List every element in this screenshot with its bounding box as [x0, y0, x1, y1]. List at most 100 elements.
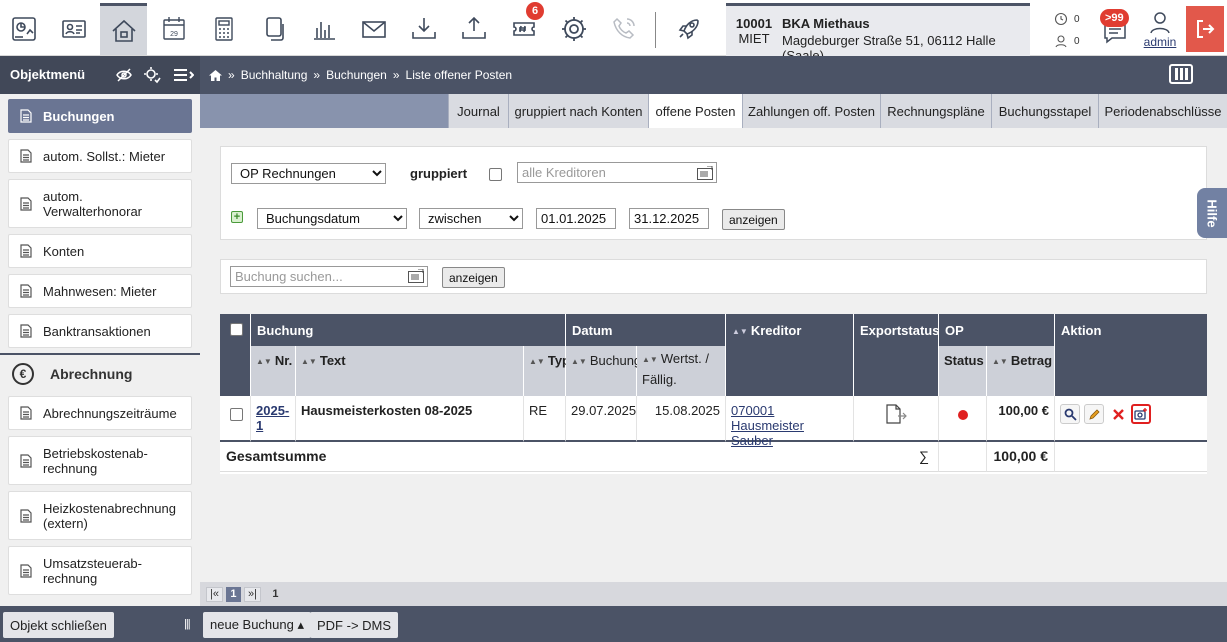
sidebar-item-bookings[interactable]: Buchungen [8, 99, 192, 133]
export-document-icon[interactable] [884, 403, 908, 425]
tab-payments-open-items[interactable]: Zahlungen off. Posten [742, 94, 880, 128]
current-object-box[interactable]: 10001 MIET BKA Miethaus Magdeburger Stra… [726, 3, 1030, 63]
pager-current-page[interactable]: 1 [225, 586, 241, 602]
add-filter-icon[interactable]: + [231, 211, 243, 223]
settings-check-icon[interactable] [143, 66, 161, 84]
pagination: |« 1 »| 1 [200, 582, 1227, 606]
row-checkbox[interactable] [230, 408, 243, 421]
sidebar-item-billing-periods[interactable]: Abrechnungszeiträume [8, 396, 192, 430]
settings-button[interactable] [550, 3, 597, 55]
tab-journal[interactable]: Journal [448, 94, 508, 128]
statistics-button[interactable] [300, 3, 347, 55]
creditor-input[interactable] [517, 162, 717, 183]
documents-button[interactable] [250, 3, 297, 55]
tickets-button[interactable]: 6 [500, 2, 547, 55]
dashboard-button[interactable] [0, 3, 47, 55]
list-picker-icon[interactable] [697, 166, 713, 180]
open-item-type-select[interactable]: OP Rechnungen [231, 163, 386, 184]
tab-booking-batches[interactable]: Buchungsstapel [991, 94, 1098, 128]
launch-button[interactable] [664, 3, 711, 55]
header-value-date[interactable]: ▲▼ Wertst. / Fällig. [637, 346, 726, 396]
sidebar-resize-handle[interactable]: ||| [184, 618, 191, 630]
property-button[interactable] [100, 3, 147, 55]
sidebar-item-heating-costs[interactable]: Heizkostenabrechnung (extern) [8, 491, 192, 540]
rocket-icon [678, 19, 699, 40]
pager-first-button[interactable]: |« [206, 586, 223, 602]
new-booking-button[interactable]: neue Buchung ▴ [203, 612, 311, 638]
date-field-select[interactable]: Buchungsdatum [257, 208, 407, 229]
calendar-button[interactable]: 29 [150, 3, 197, 55]
layout-toggle-icon[interactable] [1169, 64, 1193, 84]
header-nr[interactable]: ▲▼ Nr. [251, 346, 296, 396]
document-icon [20, 196, 32, 211]
breadcrumb-bookings[interactable]: Buchungen [326, 68, 387, 82]
menu-collapse-icon[interactable] [172, 66, 194, 84]
row-amount-cell: 100,00 € [987, 396, 1055, 442]
breadcrumb-accounting[interactable]: Buchhaltung [241, 68, 308, 82]
calculator-button[interactable] [200, 3, 247, 55]
sidebar-item-auto-debit-tenant[interactable]: autom. Sollst.: Mieter [8, 139, 192, 173]
filter-show-button[interactable]: anzeigen [722, 209, 785, 230]
user-menu[interactable]: admin [1138, 10, 1182, 54]
total-status-cell [939, 442, 987, 472]
date-from-input[interactable] [536, 208, 616, 229]
header-type[interactable]: ▲▼ Typ [524, 346, 570, 396]
header-creditor[interactable]: ▲▼ Kreditor [726, 314, 854, 396]
messages-button[interactable]: >99 [1097, 6, 1133, 50]
object-menu-title: Objektmenü [10, 67, 86, 82]
sidebar-item-auto-manager-fee[interactable]: autom. Verwalterhonorar [8, 179, 192, 228]
booking-number-link[interactable]: 2025-1 [256, 403, 289, 433]
date-operator-select[interactable]: zwischen [419, 208, 523, 229]
sidebar-item-operating-costs[interactable]: Betriebskostenab-rechnung [8, 436, 192, 485]
sidebar-section-billing[interactable]: € Abrechnung [0, 353, 200, 393]
sidebar-item-bank-transactions[interactable]: Banktransaktionen [8, 314, 192, 348]
delete-x-icon[interactable] [1108, 404, 1128, 424]
home-icon[interactable] [209, 69, 222, 82]
sort-icon: ▲▼ [992, 357, 1008, 366]
import-button[interactable] [400, 3, 447, 55]
document-icon [20, 149, 32, 163]
tab-grouped-by-accounts[interactable]: gruppiert nach Konten [508, 94, 648, 128]
tab-invoice-plans[interactable]: Rechnungspläne [880, 94, 991, 128]
grouped-checkbox[interactable] [489, 168, 502, 181]
pager-last-button[interactable]: »| [243, 586, 261, 602]
counter-open[interactable]: 0 [1054, 12, 1080, 26]
row-select-cell [220, 396, 251, 442]
sidebar-item-accounts[interactable]: Konten [8, 234, 192, 268]
booking-search-input[interactable] [230, 266, 428, 287]
sidebar-item-dunning[interactable]: Mahnwesen: Mieter [8, 274, 192, 308]
header-export-status: Exportstatus [854, 314, 939, 396]
header-booking-date[interactable]: ▲▼ Buchung [566, 346, 641, 396]
header-text[interactable]: ▲▼ Text [296, 346, 524, 396]
header-amount[interactable]: ▲▼ Betrag [987, 346, 1055, 396]
user-icon [1150, 12, 1170, 34]
search-show-button[interactable]: anzeigen [442, 267, 505, 288]
phone-button[interactable] [600, 3, 647, 55]
document-icon [20, 284, 32, 298]
user-name[interactable]: admin [1144, 35, 1177, 49]
download-tray-icon [411, 18, 436, 39]
sidebar-item-vat-billing[interactable]: Umsatzsteuerab-rechnung [8, 546, 192, 595]
select-all-checkbox[interactable] [230, 323, 243, 336]
date-to-input[interactable] [629, 208, 709, 229]
main-content: OP Rechnungen gruppiert + Buchungsdatum … [200, 128, 1227, 582]
mail-button[interactable] [350, 3, 397, 55]
logout-button[interactable] [1186, 6, 1224, 52]
edit-pencil-icon[interactable] [1084, 404, 1104, 424]
view-magnifier-icon[interactable] [1060, 404, 1080, 424]
tab-period-closings[interactable]: Periodenabschlüsse [1098, 94, 1227, 128]
counter-user[interactable]: 0 [1054, 34, 1080, 48]
footer-bar: Objekt schließen ||| neue Buchung ▴ PDF … [0, 606, 1227, 642]
tab-open-items[interactable]: offene Posten [648, 94, 742, 128]
contacts-button[interactable] [50, 3, 97, 55]
hide-eye-icon[interactable] [115, 66, 133, 84]
payment-camera-icon[interactable] [1131, 404, 1151, 424]
document-icon [20, 324, 32, 338]
help-tab[interactable]: Hilfe [1197, 188, 1227, 238]
list-picker-icon[interactable] [408, 269, 424, 283]
pdf-to-dms-button[interactable]: PDF -> DMS [310, 612, 399, 638]
search-panel: anzeigen [220, 259, 1207, 294]
close-object-button[interactable]: Objekt schließen [3, 612, 114, 638]
row-value-date-cell: 15.08.2025 [637, 396, 726, 442]
export-button[interactable] [450, 3, 497, 55]
